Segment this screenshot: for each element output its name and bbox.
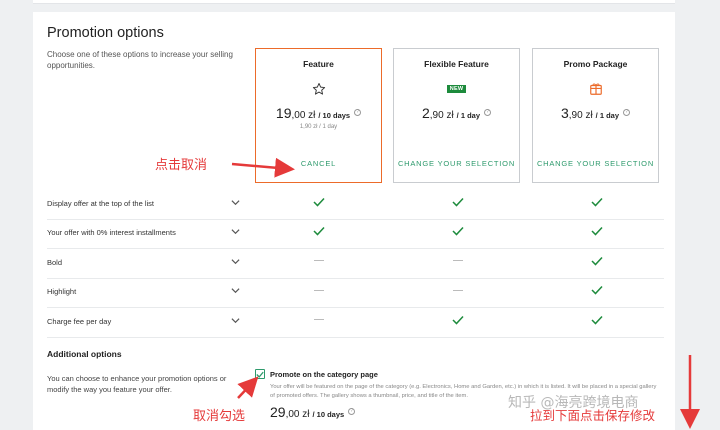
annotation-save: 拉到下面点击保存修改 (530, 408, 656, 423)
annotation-cancel: 点击取消 (155, 158, 208, 173)
arrow-to-checkbox (237, 376, 259, 399)
annotation-arrows (231, 157, 700, 429)
annotation-uncheck: 取消勾选 (193, 409, 246, 424)
arrow-to-cancel (231, 157, 295, 178)
